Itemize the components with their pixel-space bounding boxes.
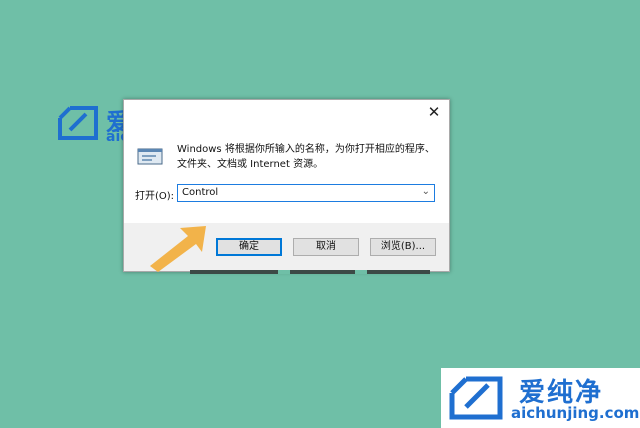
open-input[interactable]: Control bbox=[182, 187, 218, 198]
browse-button[interactable]: 浏览(B)... bbox=[370, 238, 436, 256]
strip-gap bbox=[355, 270, 367, 274]
watermark-url: aichunjing.com bbox=[511, 404, 640, 422]
dark-strip bbox=[190, 270, 430, 274]
pointer-arrow-icon bbox=[150, 226, 206, 272]
brand-logo-icon bbox=[449, 376, 503, 420]
close-icon[interactable]: ✕ bbox=[424, 102, 444, 122]
chevron-down-icon[interactable]: ⌄ bbox=[422, 186, 430, 197]
open-combobox[interactable]: Control ⌄ bbox=[177, 184, 435, 202]
dialog-description: Windows 将根据你所输入的名称，为你打开相应的程序、文件夹、文档或 Int… bbox=[177, 144, 435, 170]
open-label: 打开(O): bbox=[135, 191, 175, 202]
strip-gap bbox=[278, 270, 290, 274]
run-program-icon bbox=[137, 148, 163, 165]
watermark-bottom: 爱纯净 aichunjing.com bbox=[441, 368, 640, 428]
brand-logo-icon bbox=[58, 106, 98, 140]
ok-button[interactable]: 确定 bbox=[216, 238, 282, 256]
cancel-button[interactable]: 取消 bbox=[293, 238, 359, 256]
